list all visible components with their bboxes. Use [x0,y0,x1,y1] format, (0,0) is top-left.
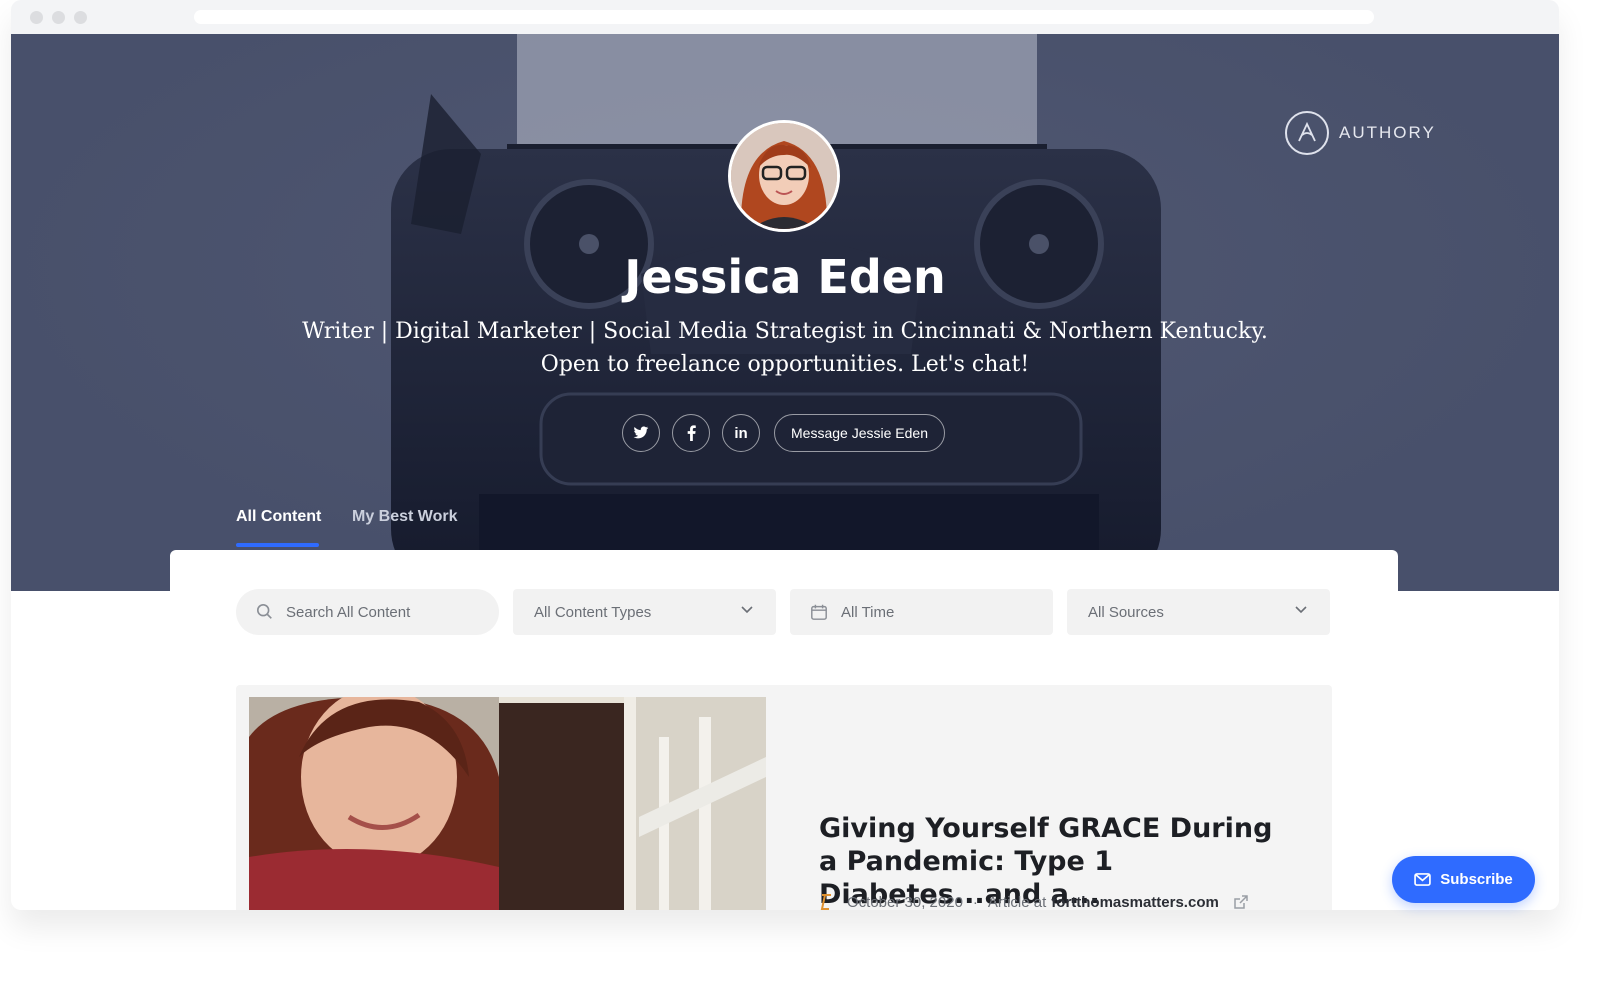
facebook-icon [687,425,696,441]
calendar-icon [811,604,827,620]
subscribe-label: Subscribe [1440,871,1513,888]
profile-hero: AUTHORY Jessica Eden Writer | Digital Ma… [11,34,1559,591]
twitter-icon [633,426,649,439]
search-input[interactable]: Search All Content [236,589,499,635]
article-type-label: Article at [987,893,1047,911]
profile-bio-line-2: Open to freelance opportunities. Let's c… [540,352,1030,377]
facebook-button[interactable] [672,414,710,452]
mail-icon [1414,873,1431,886]
sources-value: All Sources [1088,603,1164,621]
browser-window: AUTHORY Jessica Eden Writer | Digital Ma… [11,0,1559,910]
profile-bio-line-1: Writer | Digital Marketer | Social Media… [302,319,1268,344]
article-thumbnail[interactable] [249,697,766,910]
article-card[interactable]: Giving Yourself GRACE During a Pandemic:… [236,685,1332,910]
profile-avatar [728,120,840,232]
meta-separator: · [972,893,978,911]
linkedin-button[interactable]: in [722,414,760,452]
browser-titlebar [11,0,1559,34]
linkedin-icon: in [734,424,748,442]
article-meta: October 30, 2020 · Article at fortthomas… [819,893,1249,910]
message-author-button[interactable]: Message Jessie Eden [774,414,945,452]
article-source[interactable]: fortthomasmatters.com [1051,894,1219,911]
content-types-dropdown[interactable]: All Content Types [513,589,776,635]
article-date: October 30, 2020 [847,893,963,911]
authory-logo-icon [1285,111,1329,155]
content-panel: Search All Content All Content Types All… [170,550,1398,910]
profile-name: Jessica Eden [624,250,946,304]
chevron-down-icon [1295,606,1307,614]
tab-all-content[interactable]: All Content [236,508,321,526]
active-tab-indicator [236,543,319,547]
window-close-dot[interactable] [30,11,43,24]
search-placeholder: Search All Content [286,603,411,621]
chevron-down-icon [741,606,753,614]
subscribe-button[interactable]: Subscribe [1392,856,1535,903]
time-filter[interactable]: All Time [790,589,1053,635]
authory-logo[interactable]: AUTHORY [1285,110,1436,156]
twitter-button[interactable] [622,414,660,452]
time-filter-value: All Time [841,603,895,621]
source-publication-icon [820,894,831,910]
window-maximize-dot[interactable] [74,11,87,24]
authory-wordmark: AUTHORY [1339,123,1436,142]
tab-my-best-work[interactable]: My Best Work [352,508,458,526]
window-minimize-dot[interactable] [52,11,65,24]
address-bar[interactable] [194,10,1374,24]
sources-dropdown[interactable]: All Sources [1067,589,1330,635]
content-types-value: All Content Types [534,603,652,621]
search-icon [256,603,272,619]
external-link-icon[interactable] [1233,894,1249,910]
